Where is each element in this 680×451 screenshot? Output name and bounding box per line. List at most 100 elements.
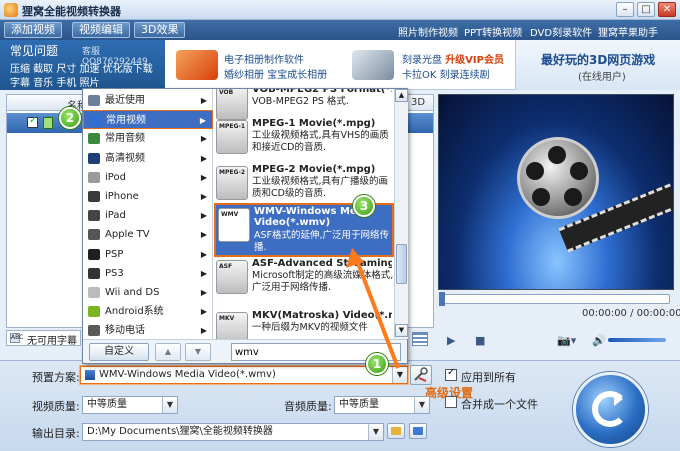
chevron-down-icon[interactable]: ▼	[414, 397, 429, 413]
submenu-arrow-icon: ▶	[200, 326, 207, 336]
promo-photo-line2: 婚纱相册 宝宝成长相册	[224, 70, 328, 81]
category-item[interactable]: 高清视频 ▶	[83, 149, 213, 168]
category-label: 常用音频	[105, 133, 145, 145]
link-photo-video[interactable]: 照片制作视频	[398, 24, 458, 39]
submenu-arrow-icon: ▶	[200, 307, 207, 317]
faq-links-row1[interactable]: 压缩 截取 尺寸 加速 优化版下载	[10, 60, 153, 75]
open-folder-icon	[413, 427, 423, 435]
3d-effect-button[interactable]: 3D效果	[134, 22, 186, 38]
dvd-burner-icon	[352, 50, 394, 80]
category-label: iPhone	[105, 191, 139, 202]
volume-icon[interactable]: 🔊	[592, 334, 606, 347]
edit-video-button[interactable]: 视频编辑	[72, 22, 130, 38]
toolbar: 添加视频 视频编辑 3D效果 照片制作视频 PPT转换视频 DVD刻录软件 狸窝…	[0, 20, 680, 40]
category-label: 高清视频	[105, 152, 145, 164]
merge-checkbox[interactable]	[445, 396, 457, 408]
category-icon	[88, 306, 100, 318]
preset-label: 预置方案:	[32, 371, 80, 384]
file-checkbox[interactable]	[27, 115, 38, 128]
category-icon	[88, 152, 100, 164]
apply-all-label: 应用到所有	[461, 371, 516, 384]
format-name: MKV(Matroska) Video(*.mkv)	[252, 310, 392, 321]
category-item[interactable]: iPod ▶	[83, 168, 213, 187]
close-button[interactable]: ✕	[658, 2, 676, 17]
chevron-down-icon[interactable]: ▼	[162, 397, 177, 413]
stop-icon[interactable]: ■	[475, 334, 485, 347]
maximize-button[interactable]: □	[637, 2, 655, 17]
category-icon	[88, 267, 100, 279]
col-3d[interactable]: 3D	[411, 97, 425, 108]
submenu-arrow-icon: ▶	[200, 153, 207, 163]
add-video-button[interactable]: 添加视频	[4, 22, 62, 38]
category-item[interactable]: Android系统 ▶	[83, 302, 213, 321]
subtitle-label: 无可用字幕	[27, 336, 77, 347]
seek-handle[interactable]	[439, 292, 445, 306]
browse-folder-button[interactable]	[387, 423, 405, 439]
advanced-settings-button[interactable]	[410, 365, 432, 385]
subtitle-selector[interactable]: ABC 无可用字幕	[6, 330, 81, 347]
minimize-button[interactable]: –	[616, 2, 634, 17]
apply-all-checkbox[interactable]	[445, 367, 457, 381]
category-label: 最近使用	[105, 95, 145, 106]
scroll-down-icon[interactable]: ▼	[395, 324, 408, 337]
category-item[interactable]: iPhone ▶	[83, 187, 213, 206]
category-item[interactable]: 常用音频 ▶	[83, 129, 213, 148]
preset-value: WMV-Windows Media Video(*.wmv)	[99, 369, 276, 380]
film-reel-icon: ASF	[216, 260, 248, 294]
category-item[interactable]: PS3 ▶	[83, 264, 213, 283]
submenu-arrow-icon: ▶	[200, 230, 207, 240]
category-label: 移动电话	[105, 325, 145, 337]
format-scrollbar[interactable]: ▲ ▼	[394, 89, 408, 339]
category-item[interactable]: 移动电话 ▶	[83, 321, 213, 340]
format-item[interactable]: MKV MKV(Matroska) Video(*.mkv)一种后缀为MKV的视频…	[214, 309, 394, 339]
promo-photo-album[interactable]: 电子相册制作软件 婚纱相册 宝宝成长相册	[170, 40, 350, 90]
nav-up-button[interactable]: ▲	[155, 343, 181, 361]
nav-down-button[interactable]: ▼	[185, 343, 211, 361]
chevron-down-icon[interactable]: ▼	[392, 367, 407, 383]
video-quality-select[interactable]: 中等质量 ▼	[82, 396, 178, 414]
chevron-down-icon[interactable]: ▼	[368, 424, 383, 440]
seek-bar[interactable]	[439, 292, 670, 306]
format-name: ASF-Advanced Streaming Format(*.asf)	[252, 258, 392, 269]
format-description: 一种后缀为MKV的视频文件	[252, 322, 368, 333]
format-item[interactable]: ASF ASF-Advanced Streaming Format(*.asf)M…	[214, 257, 394, 301]
link-ppt-video[interactable]: PPT转换视频	[464, 24, 522, 39]
format-dropdown: 最近使用 ▶ 常用视频 ▶ 常用音频 ▶ 高清视频 ▶ iPod ▶ iPhone ▶ iPad ▶ App…	[82, 88, 408, 364]
output-dir-select[interactable]: D:\My Documents\狸窝\全能视频转换器 ▼	[82, 423, 384, 441]
video-quality-label: 视频质量:	[32, 400, 80, 413]
submenu-arrow-icon: ▶	[200, 211, 207, 221]
faq-links-row2[interactable]: 字幕 音乐 手机 照片	[10, 74, 100, 89]
category-label: Apple TV	[105, 229, 150, 241]
category-item[interactable]: Apple TV ▶	[83, 225, 213, 244]
category-label: Wii and DS	[105, 287, 160, 298]
convert-button[interactable]	[573, 372, 648, 447]
category-label: 常用视频	[106, 115, 146, 127]
custom-button[interactable]: 自定义	[89, 343, 149, 361]
link-apple-helper[interactable]: 狸窝苹果助手	[598, 24, 658, 39]
category-item[interactable]: 常用视频 ▶	[83, 110, 213, 130]
open-folder-button[interactable]	[409, 423, 427, 439]
scroll-up-icon[interactable]: ▲	[395, 89, 408, 102]
format-tag: VOB	[219, 89, 234, 96]
volume-slider[interactable]	[608, 338, 666, 342]
format-item[interactable]: MPEG-1 MPEG-1 Movie(*.mpg) 工业级视频格式,具有VHS的画…	[214, 117, 394, 161]
category-icon	[88, 229, 100, 241]
promo-3d-game[interactable]: 最好玩的3D网页游戏 (在线用户)	[515, 40, 680, 90]
link-dvd-burn[interactable]: DVD刻录软件	[530, 24, 592, 39]
vip-upgrade-link[interactable]: 升级VIP会员	[445, 55, 504, 66]
preset-select[interactable]: WMV-Windows Media Video(*.wmv) ▼	[80, 366, 408, 384]
audio-quality-select[interactable]: 中等质量 ▼	[334, 396, 430, 414]
category-item[interactable]: Wii and DS ▶	[83, 283, 213, 302]
category-item[interactable]: iPad ▶	[83, 206, 213, 225]
category-item[interactable]: PSP ▶	[83, 245, 213, 264]
list-options-icon[interactable]	[412, 332, 428, 346]
category-label: iPad	[105, 210, 126, 222]
promo-dvd[interactable]: 刻录光盘 升级VIP会员 卡拉OK 刻录连续剧	[350, 40, 515, 90]
snapshot-icon[interactable]: 📷▾	[557, 334, 576, 347]
category-item[interactable]: 最近使用 ▶	[83, 91, 213, 110]
format-description: ASF格式的延伸,广泛用于网络传播.	[254, 230, 390, 253]
promo-dvd-line1: 刻录光盘 升级VIP会员	[402, 55, 504, 66]
film-reel-icon: MPEG-2	[216, 166, 248, 200]
play-icon[interactable]: ▶	[447, 334, 455, 347]
scroll-thumb[interactable]	[396, 244, 407, 284]
